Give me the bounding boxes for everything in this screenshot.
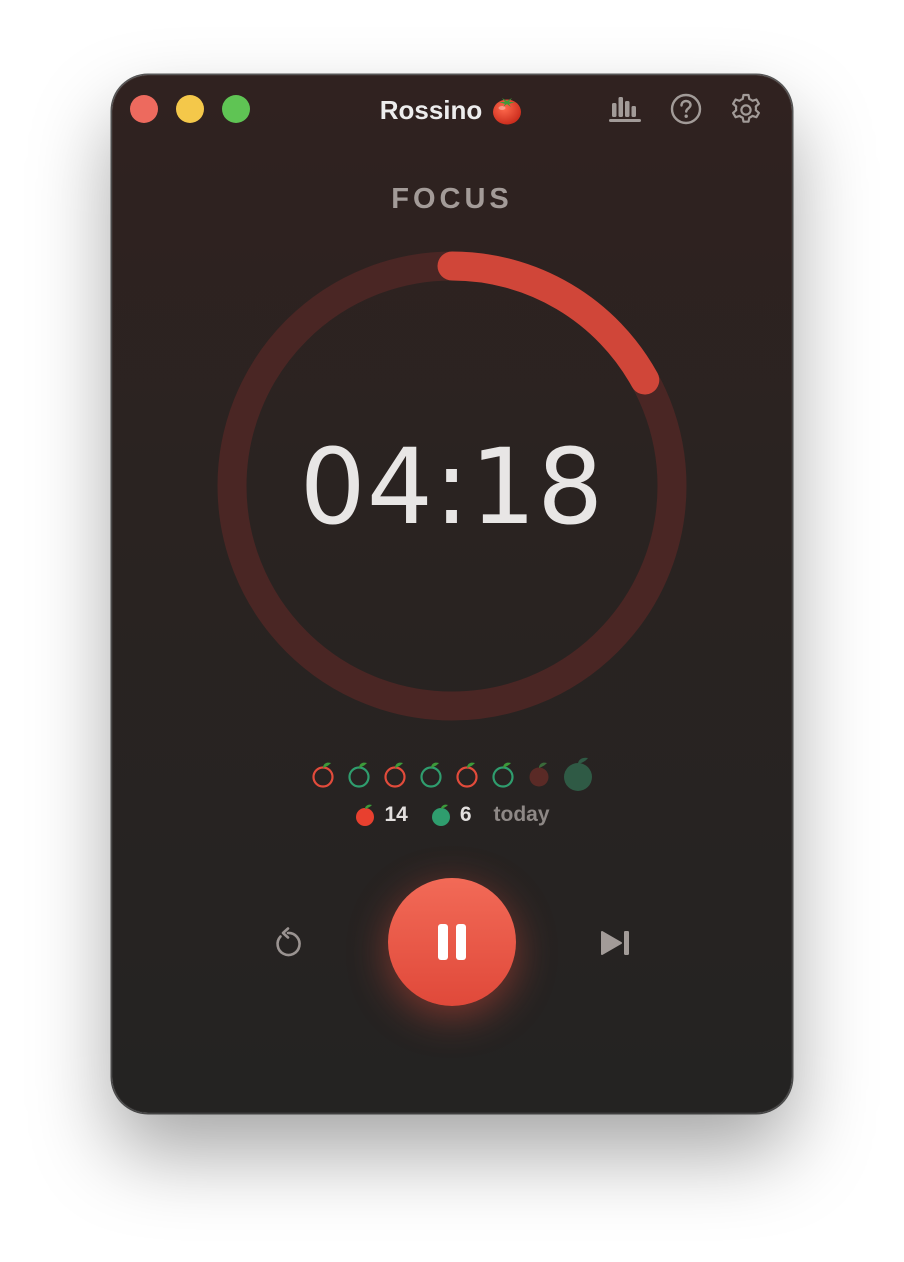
timer-controls xyxy=(112,75,792,1113)
pause-button[interactable] xyxy=(388,878,516,1006)
skip-button[interactable] xyxy=(596,923,636,963)
app-window: Rossino FOCUS 04:18 14 6 today xyxy=(112,75,792,1113)
reset-icon xyxy=(276,927,301,957)
pause-icon xyxy=(438,924,466,960)
skip-forward-icon xyxy=(601,931,629,955)
reset-button[interactable] xyxy=(268,923,308,963)
